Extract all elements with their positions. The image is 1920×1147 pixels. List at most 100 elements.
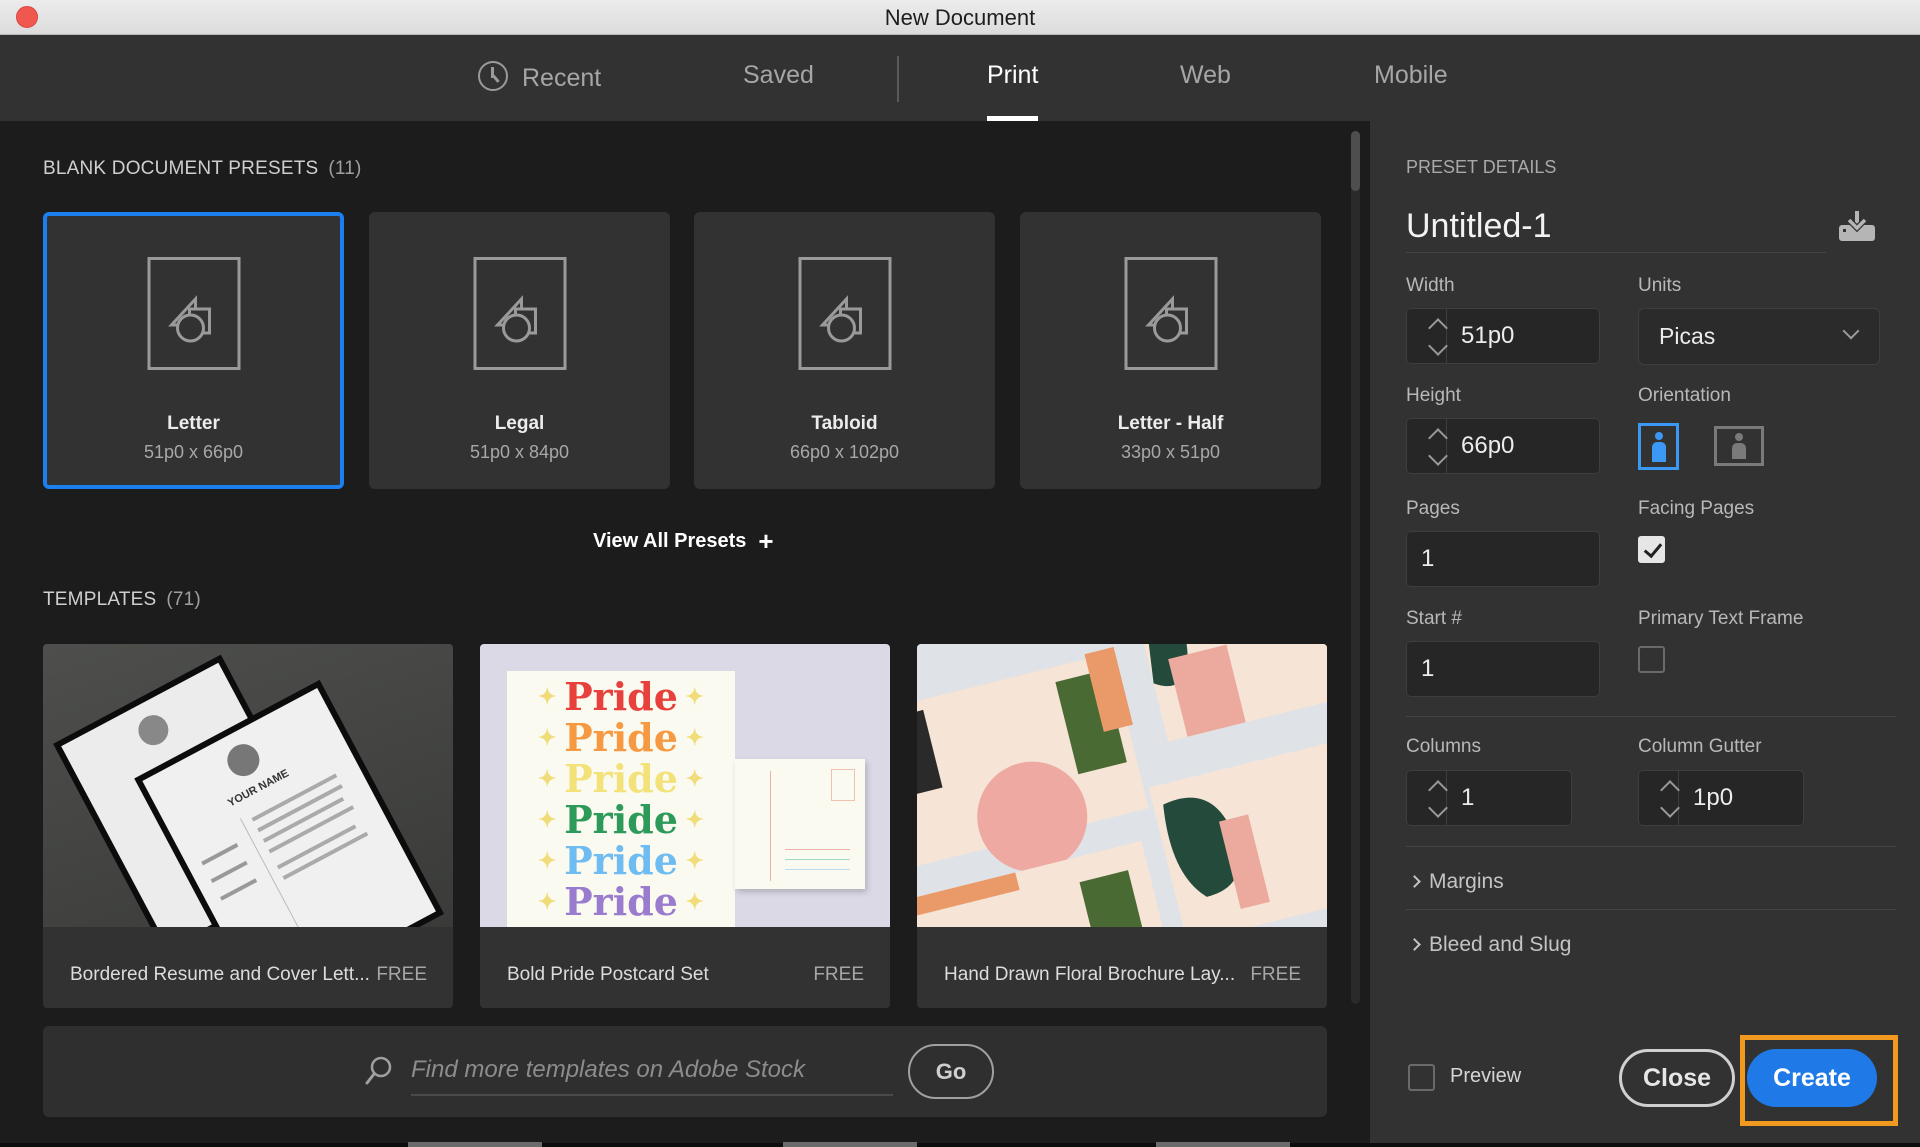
units-value: Picas	[1659, 323, 1716, 349]
column-gutter-label: Column Gutter	[1638, 736, 1762, 757]
tab-web[interactable]: Web	[1180, 61, 1231, 121]
decrement-button[interactable]	[1419, 336, 1448, 356]
bleed-slug-label: Bleed and Slug	[1429, 933, 1572, 956]
decrement-button[interactable]	[1419, 446, 1448, 466]
width-field	[1406, 308, 1600, 364]
primary-text-frame-label: Primary Text Frame	[1638, 608, 1804, 629]
sparkle-icon: ✦	[677, 684, 704, 710]
template-title: Hand Drawn Floral Brochure Lay...	[944, 964, 1236, 985]
facing-pages-checkbox[interactable]	[1638, 536, 1665, 563]
width-stepper	[1407, 309, 1448, 363]
scrollbar-track[interactable]	[1351, 131, 1360, 1004]
bleed-slug-section-toggle[interactable]: Bleed and Slug	[1408, 933, 1572, 957]
pride-text: Pride	[564, 838, 678, 883]
increment-button[interactable]	[1419, 427, 1448, 448]
height-input[interactable]	[1447, 419, 1597, 473]
tab-mobile[interactable]: Mobile	[1374, 61, 1448, 121]
tab-label: Saved	[743, 61, 814, 89]
divider	[1406, 846, 1896, 847]
template-price: FREE	[813, 964, 864, 985]
preset-size: 33p0 x 51p0	[1120, 442, 1221, 462]
template-thumbnail: YOUR NAME	[43, 644, 453, 927]
decrement-button[interactable]	[1651, 798, 1680, 818]
orientation-portrait-button[interactable]	[1638, 423, 1679, 470]
sparkle-icon: ✦	[677, 889, 704, 915]
start-page-input[interactable]	[1407, 642, 1597, 696]
preset-size: 51p0 x 84p0	[469, 442, 570, 462]
brochure-thumbnail-art	[917, 644, 1327, 927]
chevron-up-icon	[1660, 780, 1680, 800]
sparkle-icon: ✦	[677, 807, 704, 833]
blank-document-icon	[798, 257, 891, 370]
pride-word: ✦ Pride ✦	[507, 677, 735, 717]
postcard-line	[785, 849, 850, 850]
template-card-resume[interactable]: YOUR NAME Bordered Resume and Cover Lett…	[43, 644, 453, 1008]
preview-checkbox[interactable]	[1408, 1064, 1435, 1091]
preset-card-letter-half[interactable]: Letter - Half 33p0 x 51p0	[1020, 212, 1321, 489]
preview-label: Preview	[1450, 1065, 1522, 1087]
width-input[interactable]	[1447, 309, 1597, 363]
tab-label: Recent	[522, 64, 602, 92]
preset-name: Letter - Half	[1117, 413, 1224, 434]
presets-panel: BLANK DOCUMENT PRESETS (11) Letter 51p0 x…	[0, 121, 1370, 1143]
column-gutter-input[interactable]	[1679, 771, 1801, 825]
tab-print[interactable]: Print	[987, 61, 1039, 121]
sparkle-icon: ✦	[538, 684, 565, 710]
template-title: Bold Pride Postcard Set	[507, 964, 709, 985]
preset-card-legal[interactable]: Legal 51p0 x 84p0	[369, 212, 670, 489]
close-button[interactable]: Close	[1619, 1049, 1735, 1107]
preset-size: 66p0 x 102p0	[789, 442, 900, 462]
preset-name: Tabloid	[811, 413, 878, 434]
templates-heading-text: TEMPLATES	[43, 589, 157, 610]
increment-button[interactable]	[1419, 779, 1448, 800]
create-button[interactable]: Create	[1747, 1049, 1877, 1107]
scrollbar-thumb[interactable]	[1351, 131, 1360, 191]
decrement-button[interactable]	[1419, 798, 1448, 818]
postcard-line	[785, 869, 850, 870]
templates-count: (71)	[166, 589, 201, 610]
sparkle-icon: ✦	[538, 807, 565, 833]
stock-search-input[interactable]	[411, 1046, 893, 1096]
increment-button[interactable]	[1419, 317, 1448, 338]
preset-name: Legal	[494, 413, 545, 434]
person-head	[1654, 432, 1663, 440]
divider	[1406, 909, 1896, 910]
template-card-floral-brochure[interactable]: Hand Drawn Floral Brochure Lay... FREE	[917, 644, 1327, 1008]
stock-search-bar: Go	[43, 1026, 1327, 1117]
pages-input[interactable]	[1407, 532, 1597, 586]
chevron-down-icon	[1428, 798, 1448, 818]
template-price: FREE	[376, 964, 427, 985]
chevron-down-icon	[1428, 446, 1448, 466]
presets-heading-text: BLANK DOCUMENT PRESETS	[43, 158, 319, 179]
title-bar: New Document	[0, 0, 1920, 35]
preset-card-letter[interactable]: Letter 51p0 x 66p0	[43, 212, 344, 489]
facing-pages-label: Facing Pages	[1638, 498, 1755, 519]
increment-button[interactable]	[1651, 779, 1680, 800]
chevron-down-icon	[1660, 798, 1680, 818]
margins-section-toggle[interactable]: Margins	[1408, 870, 1504, 894]
chevron-down-icon	[1842, 322, 1860, 340]
template-card-pride-postcard[interactable]: ✦ Pride ✦ ✦ Pride ✦ ✦ Pride ✦ ✦ Pride ✦ ✦ Pr…	[480, 644, 890, 1008]
start-page-label: Start #	[1406, 608, 1462, 629]
columns-input[interactable]	[1447, 771, 1569, 825]
column-gutter-field	[1638, 770, 1804, 826]
postcard-line	[785, 859, 850, 860]
resume-thumbnail-art: YOUR NAME	[53, 654, 445, 927]
view-all-presets-button[interactable]: View All Presets +	[593, 526, 774, 557]
tab-saved[interactable]: Saved	[743, 61, 814, 121]
chevron-right-icon	[1408, 875, 1421, 888]
tab-label: Mobile	[1374, 61, 1448, 89]
go-button[interactable]: Go	[908, 1044, 994, 1099]
tab-recent[interactable]: Recent	[478, 61, 601, 121]
template-price: FREE	[1250, 964, 1301, 985]
document-name-input[interactable]	[1406, 201, 1826, 253]
orientation-landscape-button[interactable]	[1714, 426, 1764, 466]
save-preset-icon[interactable]	[1837, 209, 1877, 243]
units-select[interactable]: Picas	[1638, 308, 1880, 365]
gutter-stepper	[1639, 771, 1680, 825]
sparkle-icon: ✦	[538, 725, 565, 751]
blank-document-icon	[147, 257, 240, 370]
preset-card-tabloid[interactable]: Tabloid 66p0 x 102p0	[694, 212, 995, 489]
sparkle-icon: ✦	[677, 766, 704, 792]
primary-text-frame-checkbox[interactable]	[1638, 646, 1665, 673]
